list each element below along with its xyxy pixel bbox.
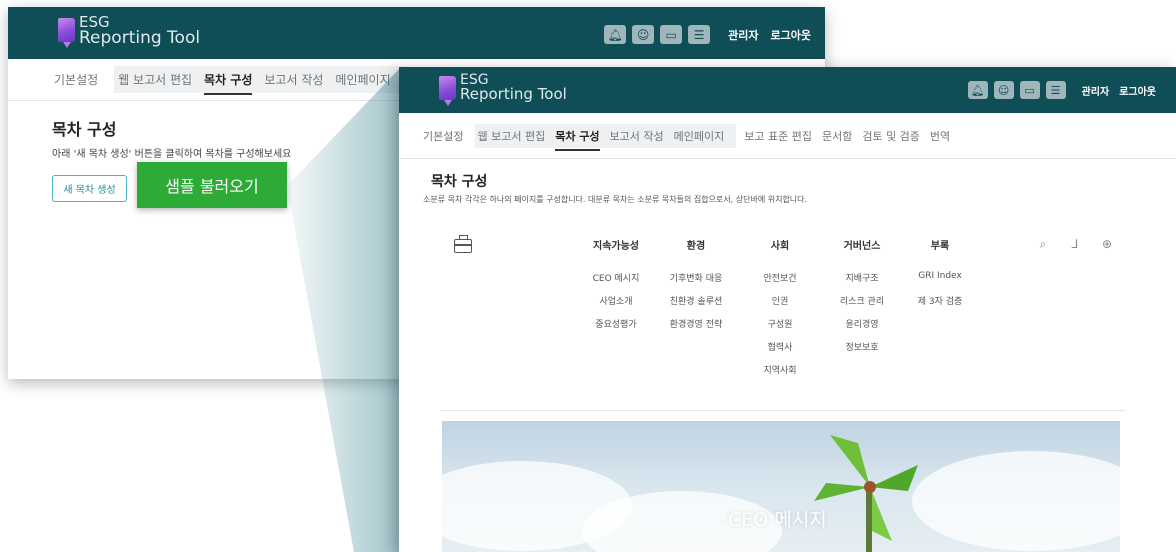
admin-link[interactable]: 관리자	[1082, 83, 1110, 98]
category-title[interactable]: 지속가능성	[571, 237, 661, 271]
user-icon[interactable]: ☺	[632, 25, 655, 44]
cloud-shape	[912, 451, 1120, 551]
menu-main-page[interactable]: 메인페이지	[335, 71, 390, 88]
category-title[interactable]: 사회	[735, 237, 825, 271]
menu-web-report-edit[interactable]: 웹 보고서 편집	[118, 71, 192, 88]
top-bar: ESG Reporting Tool 🔔︎ ☺ ▭ ☰ 관리자 로그아웃	[399, 67, 1176, 113]
logout-link[interactable]: 로그아웃	[771, 27, 811, 43]
menu-review[interactable]: 검토 및 검증	[862, 128, 920, 144]
page-title: 목차 구성	[431, 174, 488, 190]
page-description: 아래 '새 목차 생성' 버튼을 클릭하여 목차를 구성해보세요	[52, 149, 292, 160]
menu-standard-edit[interactable]: 보고 표준 편집	[744, 128, 812, 144]
toc-item[interactable]: 안전보건	[735, 271, 825, 294]
briefcase-icon	[454, 235, 472, 253]
menu-basic-settings[interactable]: 기본설정	[423, 128, 463, 144]
bell-icon[interactable]: 🔔︎	[967, 81, 988, 99]
category-title[interactable]: 환경	[651, 237, 741, 271]
toc-item[interactable]: 지배구조	[817, 271, 907, 294]
category-social: 사회 안전보건 인권 구성원 협력사 지역사회	[735, 237, 825, 386]
menu-report-write[interactable]: 보고서 작성	[264, 71, 323, 88]
top-right-controls: 🔔︎ ☺ ▭ ☰ 관리자 로그아웃	[967, 81, 1156, 99]
foreground-window: ESG Reporting Tool 🔔︎ ☺ ▭ ☰ 관리자 로그아웃 기본설…	[399, 67, 1176, 552]
logo-line-2: Reporting Tool	[460, 85, 567, 103]
menu-report-write[interactable]: 보고서 작성	[610, 128, 664, 144]
toc-item[interactable]: 제 3자 검증	[895, 294, 985, 317]
globe-icon[interactable]: ⊕	[1095, 236, 1119, 252]
category-environment: 환경 기후변화 대응 친환경 솔루션 환경경영 전략	[651, 237, 741, 340]
card-icon[interactable]: ▭	[660, 25, 683, 44]
top-right-controls: 🔔︎ ☺ ▭ ☰ 관리자 로그아웃	[604, 25, 811, 44]
toc-item[interactable]: CEO 메시지	[571, 271, 661, 294]
toc-item[interactable]: 정보보호	[817, 340, 907, 363]
page-description: 소분류 목차 각각은 하나의 페이지를 구성합니다. 대분류 목차는 소분류 목…	[423, 195, 808, 204]
user-icon[interactable]: ☺	[993, 81, 1014, 99]
category-title[interactable]: 부록	[895, 237, 985, 271]
top-bar: ESG Reporting Tool 🔔︎ ☺ ▭ ☰ 관리자 로그아웃	[8, 7, 825, 59]
category-sustainability: 지속가능성 CEO 메시지 사업소개 중요성평가	[571, 237, 661, 340]
toc-item[interactable]: 인권	[735, 294, 825, 317]
menu-translate[interactable]: 번역	[930, 128, 950, 144]
category-appendix: 부록 GRI Index 제 3자 검증	[895, 237, 985, 317]
list-icon[interactable]: ☰	[1045, 81, 1066, 99]
search-icon[interactable]: ⌕	[1031, 236, 1055, 252]
menu-group: 웹 보고서 편집 목차 구성 보고서 작성 메인페이지	[475, 123, 737, 151]
toc-item[interactable]: 리스크 관리	[817, 294, 907, 317]
logout-link[interactable]: 로그아웃	[1119, 83, 1156, 98]
new-toc-button[interactable]: 새 목차 생성	[52, 175, 127, 202]
page-title: 목차 구성	[52, 120, 117, 139]
logo-line-2: Reporting Tool	[79, 28, 201, 48]
app-logo[interactable]: ESG Reporting Tool	[439, 73, 567, 106]
main-menu: 기본설정 웹 보고서 편집 목차 구성 보고서 작성 메인페이지 보고 표준 편…	[399, 113, 1176, 159]
toc-item[interactable]: 협력사	[735, 340, 825, 363]
hero-banner: CEO 메시지	[442, 421, 1120, 552]
pdf-icon[interactable]: ⅃	[1063, 236, 1087, 252]
admin-link[interactable]: 관리자	[728, 27, 758, 43]
toc-item[interactable]: 지역사회	[735, 363, 825, 386]
menu-group: 웹 보고서 편집 목차 구성 보고서 작성 메인페이지	[114, 66, 407, 95]
list-icon[interactable]: ☰	[688, 25, 711, 44]
bell-icon[interactable]: 🔔︎	[604, 25, 627, 44]
toc-item[interactable]: 사업소개	[571, 294, 661, 317]
book-logo-icon	[58, 18, 75, 48]
toc-item[interactable]: GRI Index	[895, 271, 985, 294]
category-governance: 거버넌스 지배구조 리스크 관리 윤리경영 정보보호	[817, 237, 907, 363]
menu-toc-structure[interactable]: 목차 구성	[555, 128, 600, 151]
toc-tools: ⌕ ⅃ ⊕	[1023, 236, 1119, 252]
menu-web-report-edit[interactable]: 웹 보고서 편집	[477, 128, 545, 144]
toc-item[interactable]: 구성원	[735, 317, 825, 340]
card-icon[interactable]: ▭	[1019, 81, 1040, 99]
toc-item[interactable]: 친환경 솔루션	[651, 294, 741, 317]
pinwheel-icon	[814, 435, 918, 552]
menu-document-box[interactable]: 문서함	[822, 128, 852, 144]
toc-mega-menu: 지속가능성 CEO 메시지 사업소개 중요성평가 환경 기후변화 대응 친환경 …	[440, 225, 1125, 411]
toc-item[interactable]: 윤리경영	[817, 317, 907, 340]
toc-item[interactable]: 중요성평가	[571, 317, 661, 340]
toc-item[interactable]: 기후변화 대응	[651, 271, 741, 294]
menu-toc-structure[interactable]: 목차 구성	[204, 71, 253, 95]
category-title[interactable]: 거버넌스	[817, 237, 907, 271]
toc-item[interactable]: 환경경영 전략	[651, 317, 741, 340]
load-sample-callout[interactable]: 샘플 불러오기	[137, 162, 287, 208]
book-logo-icon	[439, 76, 456, 106]
menu-basic-settings[interactable]: 기본설정	[54, 71, 98, 88]
app-logo[interactable]: ESG Reporting Tool	[58, 15, 201, 48]
menu-main-page[interactable]: 메인페이지	[674, 128, 725, 144]
hero-title: CEO 메시지	[728, 509, 827, 531]
